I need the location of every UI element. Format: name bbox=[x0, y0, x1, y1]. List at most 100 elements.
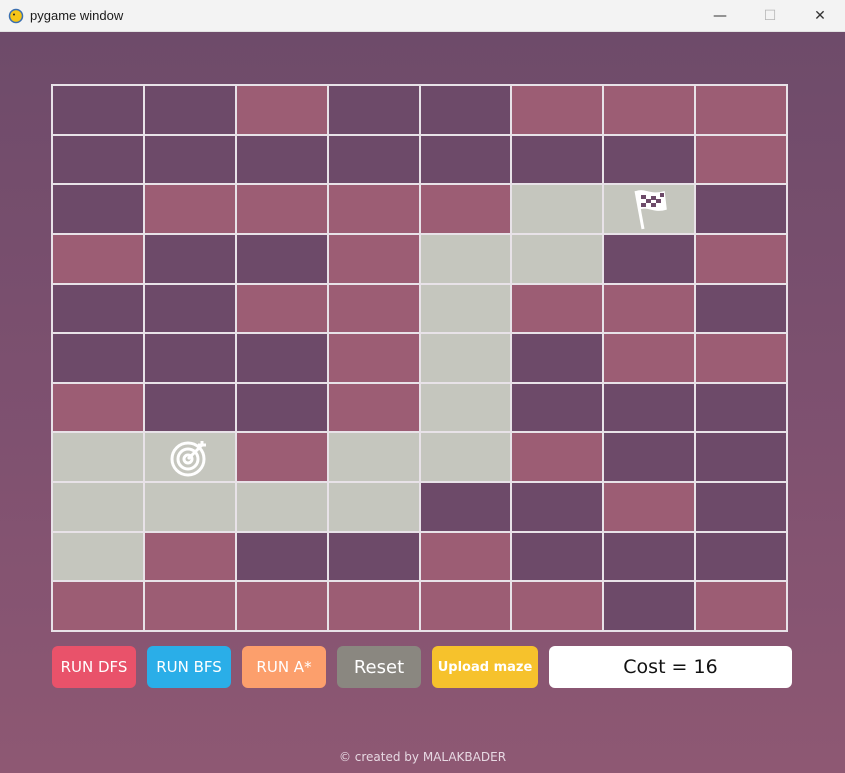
maze-cell[interactable] bbox=[511, 333, 604, 383]
maze-cell[interactable] bbox=[143, 581, 236, 631]
maze-cell[interactable] bbox=[603, 85, 696, 135]
maze-cell[interactable] bbox=[235, 85, 328, 135]
maze-cell[interactable] bbox=[419, 382, 512, 433]
maximize-button[interactable]: ☐ bbox=[745, 0, 795, 32]
maze-cell[interactable] bbox=[603, 333, 696, 383]
run-bfs-button[interactable]: RUN BFS bbox=[147, 646, 231, 688]
minimize-icon: — bbox=[713, 8, 727, 24]
maze-cell[interactable] bbox=[235, 283, 328, 334]
maze-cell[interactable] bbox=[695, 134, 787, 185]
maze-cell[interactable] bbox=[511, 432, 604, 483]
maze-cell[interactable] bbox=[327, 531, 420, 582]
maze-cell[interactable] bbox=[327, 184, 420, 234]
maze-cell[interactable] bbox=[235, 531, 328, 582]
maze-cell[interactable] bbox=[235, 432, 328, 483]
maze-cell[interactable] bbox=[603, 581, 696, 631]
maze-cell[interactable] bbox=[327, 482, 420, 532]
maze-cell[interactable] bbox=[52, 432, 144, 483]
maze-cell[interactable] bbox=[143, 283, 236, 334]
maze-cell[interactable] bbox=[695, 184, 787, 234]
maze-cell[interactable] bbox=[52, 531, 144, 582]
maze-cell[interactable] bbox=[143, 531, 236, 582]
run-astar-button[interactable]: RUN A* bbox=[242, 646, 326, 688]
maze-cell[interactable] bbox=[327, 283, 420, 334]
maze-cell[interactable] bbox=[419, 581, 512, 631]
maze-cell[interactable] bbox=[419, 333, 512, 383]
maze-cell[interactable] bbox=[327, 85, 420, 135]
maze-cell[interactable] bbox=[603, 531, 696, 582]
maze-cell[interactable] bbox=[695, 382, 787, 433]
maze-cell[interactable] bbox=[52, 233, 144, 284]
maze-cell[interactable] bbox=[143, 184, 236, 234]
maze-cell[interactable] bbox=[695, 85, 787, 135]
maze-cell[interactable] bbox=[603, 233, 696, 284]
maze-cell[interactable] bbox=[235, 581, 328, 631]
maze-cell[interactable] bbox=[327, 382, 420, 433]
maze-cell[interactable] bbox=[235, 233, 328, 284]
maze-cell[interactable] bbox=[511, 134, 604, 185]
maze-cell[interactable] bbox=[603, 482, 696, 532]
maze-cell[interactable] bbox=[695, 333, 787, 383]
maze-cell[interactable] bbox=[143, 134, 236, 185]
close-button[interactable]: ✕ bbox=[795, 0, 845, 32]
maze-cell[interactable] bbox=[603, 184, 696, 234]
maze-cell[interactable] bbox=[143, 333, 236, 383]
maze-cell[interactable] bbox=[419, 134, 512, 185]
maze-cell[interactable] bbox=[143, 432, 236, 483]
maze-cell[interactable] bbox=[235, 184, 328, 234]
maze-cell[interactable] bbox=[327, 134, 420, 185]
maze-cell[interactable] bbox=[143, 382, 236, 433]
maze-cell[interactable] bbox=[419, 85, 512, 135]
maze-cell[interactable] bbox=[419, 531, 512, 582]
maze-cell[interactable] bbox=[511, 531, 604, 582]
maze-cell[interactable] bbox=[511, 382, 604, 433]
maze-cell[interactable] bbox=[511, 283, 604, 334]
maze-cell[interactable] bbox=[511, 184, 604, 234]
maze-cell[interactable] bbox=[695, 432, 787, 483]
maze-cell[interactable] bbox=[327, 233, 420, 284]
maze-cell[interactable] bbox=[52, 382, 144, 433]
maze-cell[interactable] bbox=[419, 432, 512, 483]
maze-cell[interactable] bbox=[695, 581, 787, 631]
maze-cell[interactable] bbox=[235, 333, 328, 383]
maze-cell[interactable] bbox=[235, 134, 328, 185]
maze-cell[interactable] bbox=[143, 85, 236, 135]
maze-cell[interactable] bbox=[143, 482, 236, 532]
maze-cell[interactable] bbox=[695, 482, 787, 532]
maze-cell[interactable] bbox=[511, 85, 604, 135]
maze-cell[interactable] bbox=[603, 432, 696, 483]
maze-cell[interactable] bbox=[419, 283, 512, 334]
maze-cell[interactable] bbox=[52, 333, 144, 383]
maze-cell[interactable] bbox=[235, 482, 328, 532]
maze-cell[interactable] bbox=[52, 581, 144, 631]
maze-cell[interactable] bbox=[603, 283, 696, 334]
maze-cell[interactable] bbox=[695, 531, 787, 582]
upload-maze-button[interactable]: Upload maze bbox=[432, 646, 538, 688]
maze-cell[interactable] bbox=[511, 233, 604, 284]
maze-cell[interactable] bbox=[511, 482, 604, 532]
maze-cell[interactable] bbox=[327, 333, 420, 383]
maze-cell[interactable] bbox=[603, 134, 696, 185]
run-dfs-button[interactable]: RUN DFS bbox=[52, 646, 136, 688]
maze-cell[interactable] bbox=[603, 382, 696, 433]
maze-cell[interactable] bbox=[327, 432, 420, 483]
maze-cell[interactable] bbox=[695, 283, 787, 334]
maze-cell[interactable] bbox=[143, 233, 236, 284]
maze-cell[interactable] bbox=[419, 184, 512, 234]
maze-cell[interactable] bbox=[52, 283, 144, 334]
cost-text: Cost = 16 bbox=[623, 656, 718, 678]
maze-cell[interactable] bbox=[419, 482, 512, 532]
maze-cell[interactable] bbox=[235, 382, 328, 433]
maze-cell[interactable] bbox=[52, 184, 144, 234]
maze-grid bbox=[51, 84, 788, 632]
maze-cell[interactable] bbox=[52, 482, 144, 532]
maze-cell[interactable] bbox=[327, 581, 420, 631]
minimize-button[interactable]: — bbox=[695, 0, 745, 32]
maze-cell[interactable] bbox=[695, 233, 787, 284]
maze-cell[interactable] bbox=[419, 233, 512, 284]
cost-display: Cost = 16 bbox=[549, 646, 792, 688]
maze-cell[interactable] bbox=[52, 134, 144, 185]
maze-cell[interactable] bbox=[511, 581, 604, 631]
reset-button[interactable]: Reset bbox=[337, 646, 421, 688]
maze-cell[interactable] bbox=[52, 85, 144, 135]
